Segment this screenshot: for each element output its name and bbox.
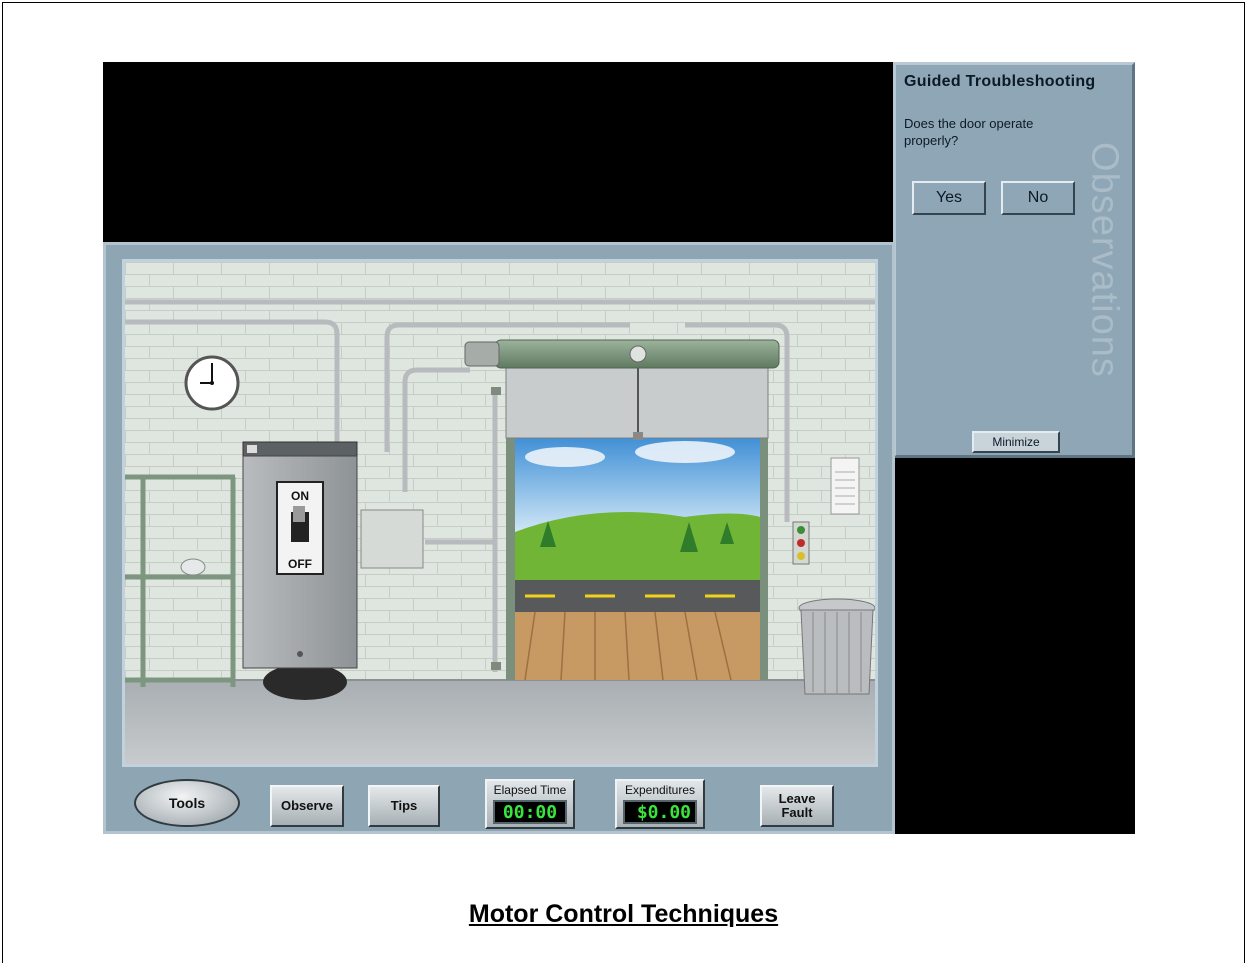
switch-on-label: ON: [291, 489, 309, 503]
simulator-window: Observations Guided Troubleshooting Does…: [103, 62, 1135, 834]
lower-limit-switch: [491, 662, 501, 670]
garage-scene: ON OFF: [122, 259, 878, 767]
minimize-button[interactable]: Minimize: [972, 431, 1060, 453]
tire: [263, 664, 347, 700]
garage-illustration: ON OFF: [125, 262, 875, 764]
guided-question: Does the door operate properly?: [904, 116, 1034, 148]
guided-troubleshooting-panel: Observations Guided Troubleshooting Does…: [893, 62, 1135, 458]
door-operator-drum: [464, 339, 780, 369]
wall-clock: [184, 355, 240, 411]
observe-button[interactable]: Observe: [270, 785, 344, 827]
junction-box: [360, 509, 424, 569]
tools-button[interactable]: Tools: [134, 779, 240, 827]
elapsed-time-meter: Elapsed Time 00:00: [485, 779, 575, 829]
guided-panel-title: Guided Troubleshooting: [904, 73, 1096, 90]
upper-limit-switch: [491, 387, 501, 395]
expenditures-value: $0.00: [623, 800, 697, 824]
pushbutton-station: [792, 521, 810, 565]
tape-roll: [180, 558, 206, 576]
document-caption: Motor Control Techniques: [468, 900, 779, 928]
scene-frame: ON OFF Tools Observe Tips Elapsed Time 0…: [103, 242, 895, 834]
trash-can: [798, 598, 875, 695]
toolbar: Tools Observe Tips Elapsed Time 00:00 Ex…: [106, 775, 892, 831]
no-button[interactable]: No: [1001, 181, 1075, 215]
elapsed-time-label: Elapsed Time: [493, 783, 567, 797]
switch-off-label: OFF: [288, 557, 312, 571]
observations-watermark-text: Observations: [1083, 142, 1126, 378]
leave-fault-button[interactable]: Leave Fault: [760, 785, 834, 827]
expenditures-meter: Expenditures $0.00: [615, 779, 705, 829]
floor: [125, 680, 875, 764]
yes-button[interactable]: Yes: [912, 181, 986, 215]
disconnect-switch: [242, 441, 358, 669]
elapsed-time-value: 00:00: [493, 800, 567, 824]
safety-notice: [830, 457, 860, 515]
observations-watermark: Observations: [1074, 135, 1132, 385]
expenditures-label: Expenditures: [624, 783, 696, 797]
tips-button[interactable]: Tips: [368, 785, 440, 827]
